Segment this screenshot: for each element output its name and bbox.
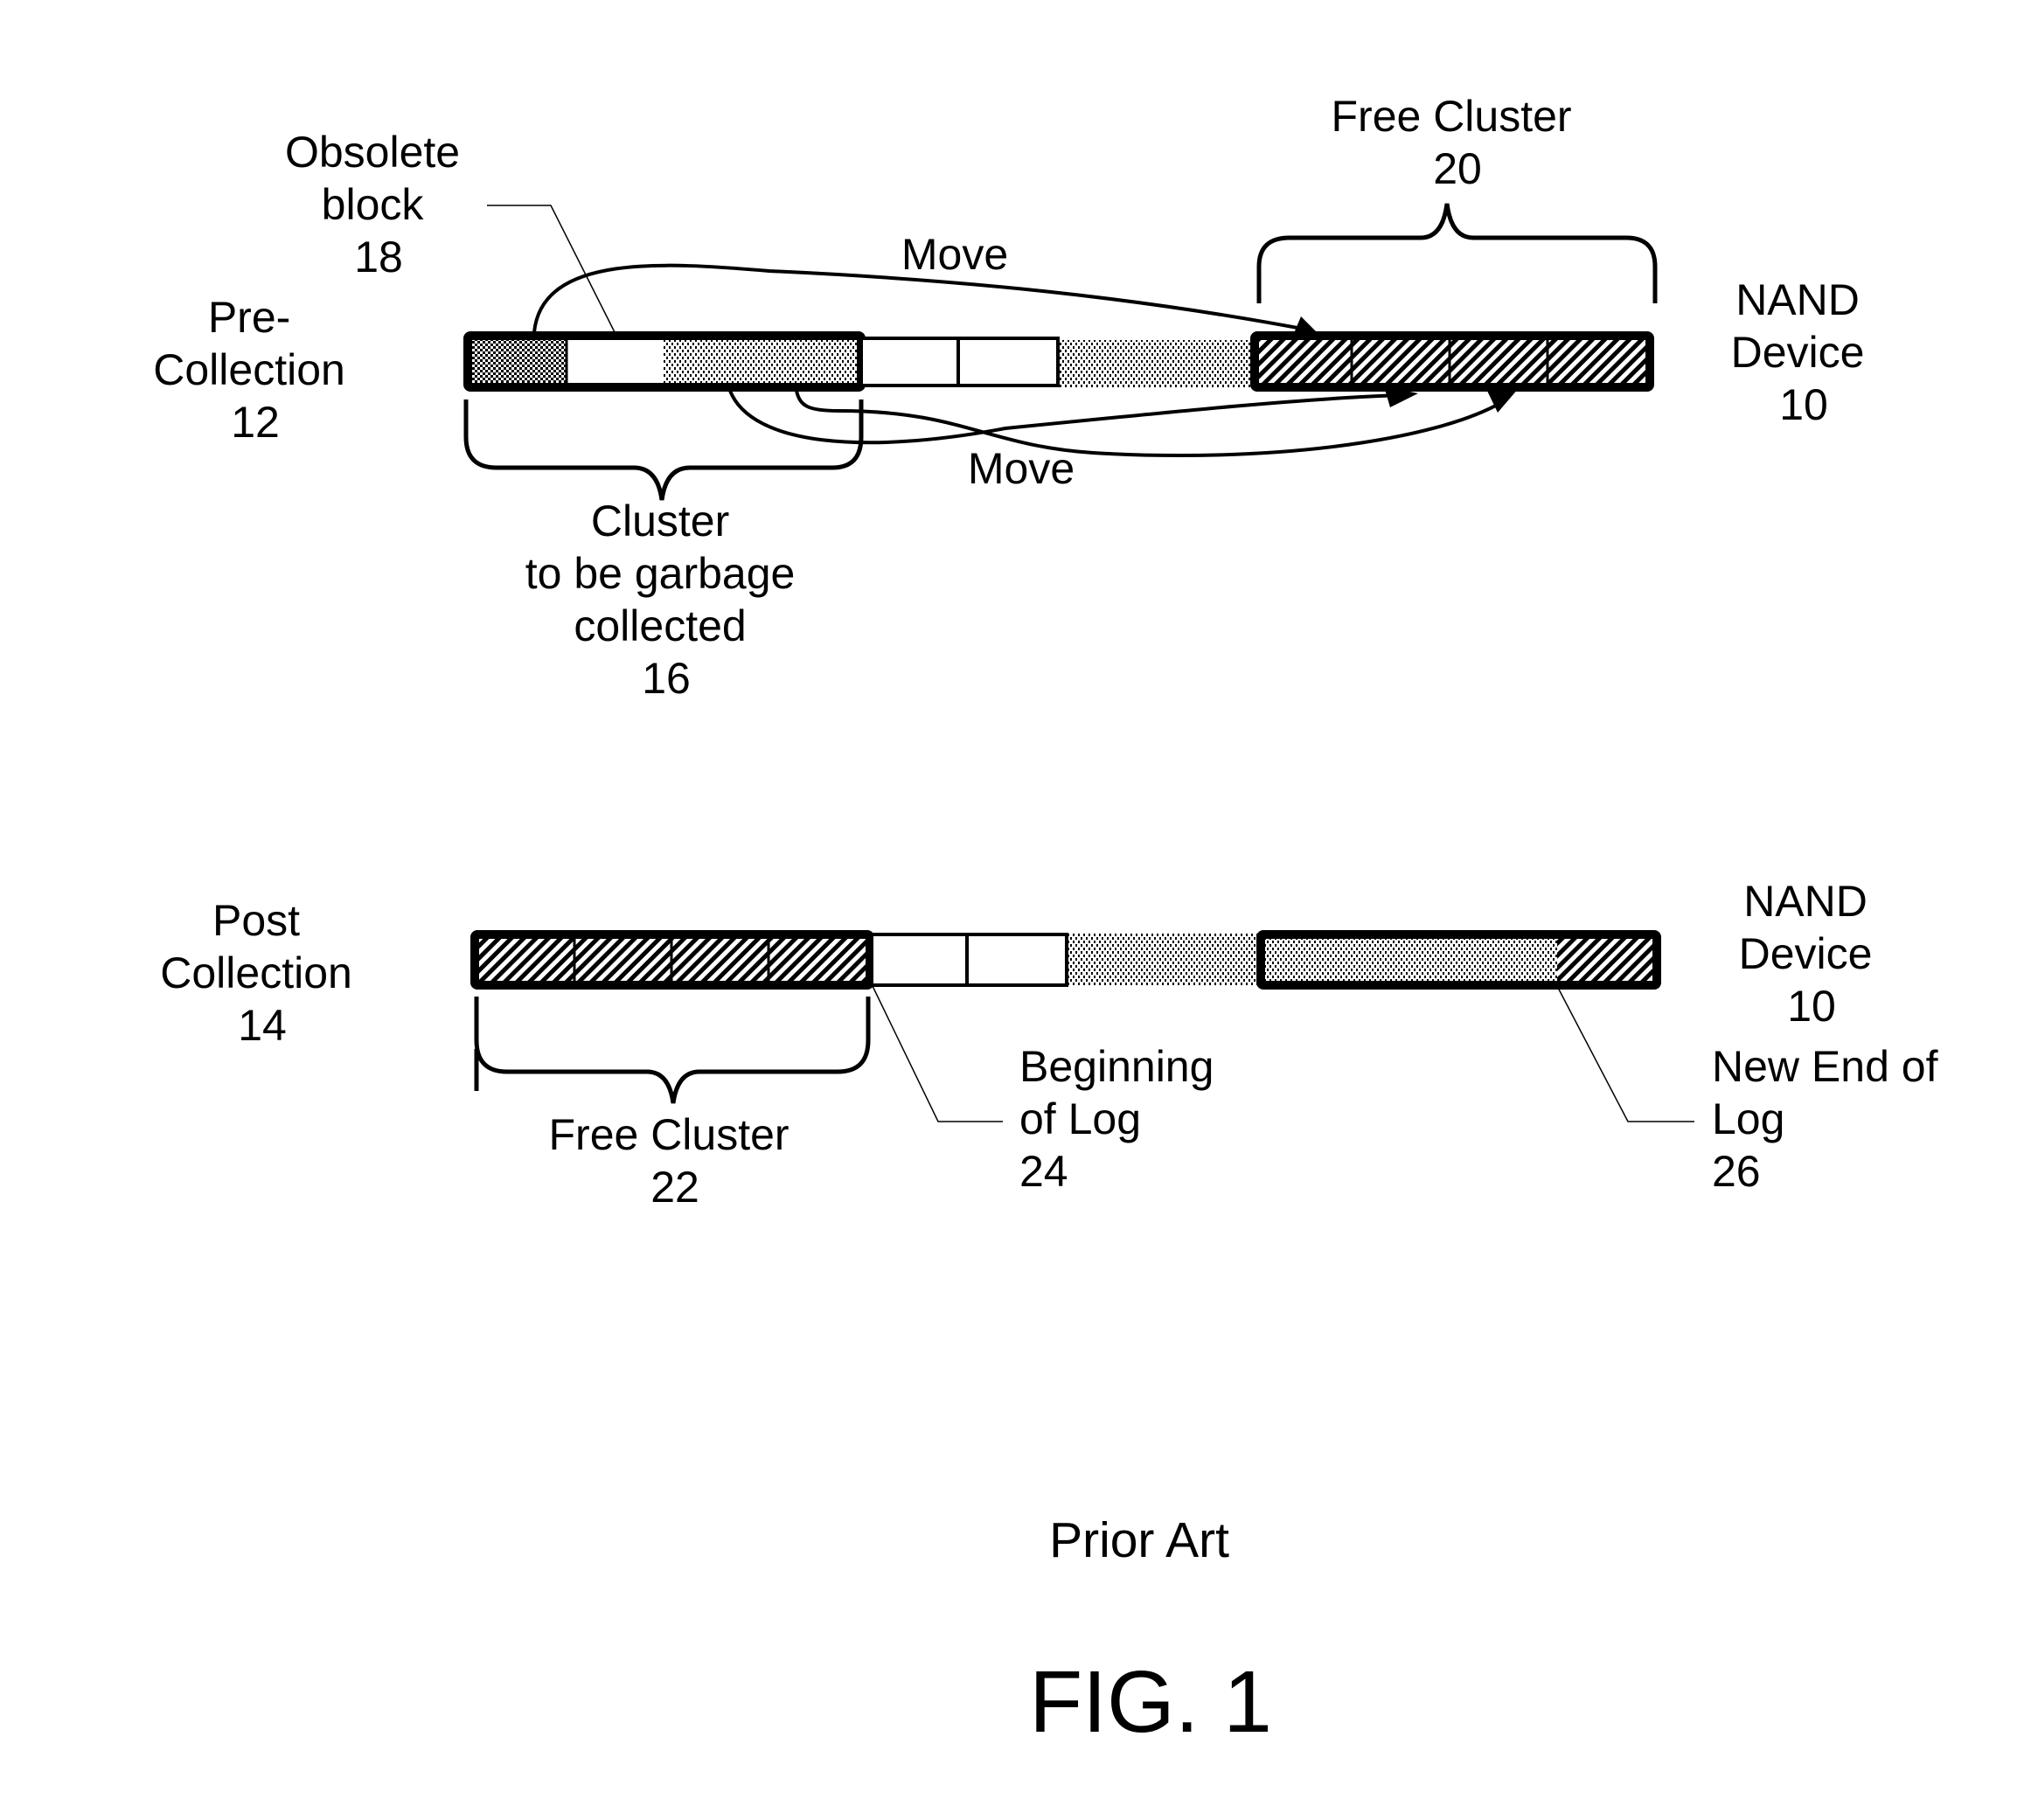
pre-free-cluster-bar (1250, 331, 1654, 392)
post-free-cluster-bar (470, 930, 874, 990)
post-block-free-2 (574, 937, 671, 983)
free-cluster-22-brace (474, 997, 871, 1104)
pre-block-valid-1 (470, 338, 566, 385)
pre-block-free-1 (859, 337, 960, 387)
new-end-of-log-label: New End of Log 26 (1712, 1042, 1950, 1196)
post-block-log-data (1262, 937, 1557, 983)
move-label-bottom: Move (968, 444, 1075, 493)
beginning-of-log-leader (872, 985, 1003, 1122)
pre-block-free-2 (956, 337, 1060, 387)
pre-block-obsolete (566, 338, 663, 385)
prior-art-caption: Prior Art (1049, 1512, 1229, 1568)
post-collection-section: Post Collection 14 NAND Device 10 Free C… (160, 877, 1950, 1212)
post-block-free-3 (671, 937, 769, 983)
post-log-end-bar (1256, 930, 1661, 990)
obsolete-block-leader (487, 205, 616, 333)
new-end-of-log-leader (1556, 985, 1694, 1122)
pre-free-blocks (859, 337, 1060, 387)
pre-block-moved-1 (1255, 338, 1352, 385)
free-cluster-22-label: Free Cluster 22 (549, 1110, 802, 1212)
post-block-new-end (1557, 937, 1654, 983)
fig1-diagram: Move Move Pre- Collection 12 Obsolete bl… (153, 92, 1950, 1751)
free-cluster-20-label: Free Cluster 20 (1332, 92, 1584, 193)
gc-cluster-brace (463, 399, 864, 501)
beginning-of-log-label: Beginning of Log 24 (1019, 1042, 1226, 1196)
post-block-log-1 (870, 933, 969, 987)
pre-collection-section: Move Move Pre- Collection 12 Obsolete bl… (153, 92, 1877, 703)
pre-log-region (1060, 340, 1251, 388)
pre-block-moved-4 (1548, 338, 1647, 385)
free-cluster-20-brace (1256, 203, 1658, 303)
pre-block-moved-3 (1450, 338, 1548, 385)
pre-block-moved-2 (1352, 338, 1450, 385)
gc-cluster-label: Cluster to be garbage collected 16 (525, 497, 808, 703)
obsolete-block-label: Obsolete block 18 (285, 128, 472, 281)
post-block-log-2 (965, 933, 1068, 987)
post-dotted-region (1068, 933, 1258, 986)
post-nand-device-label: NAND Device 10 (1739, 877, 1885, 1031)
figure-title: FIG. 1 (1029, 1653, 1272, 1751)
pre-collection-label: Pre- Collection 12 (153, 293, 357, 447)
move-label-top: Move (901, 230, 1008, 279)
post-collection-label: Post Collection 14 (160, 896, 364, 1050)
pre-gc-cluster-bar (463, 331, 866, 392)
post-block-free-4 (769, 937, 867, 983)
post-block-free-1 (476, 937, 574, 983)
move-arrow-lower-1 (728, 390, 1404, 445)
pre-block-valid-2 (663, 338, 857, 385)
pre-nand-device-label: NAND Device 10 (1731, 275, 1877, 429)
